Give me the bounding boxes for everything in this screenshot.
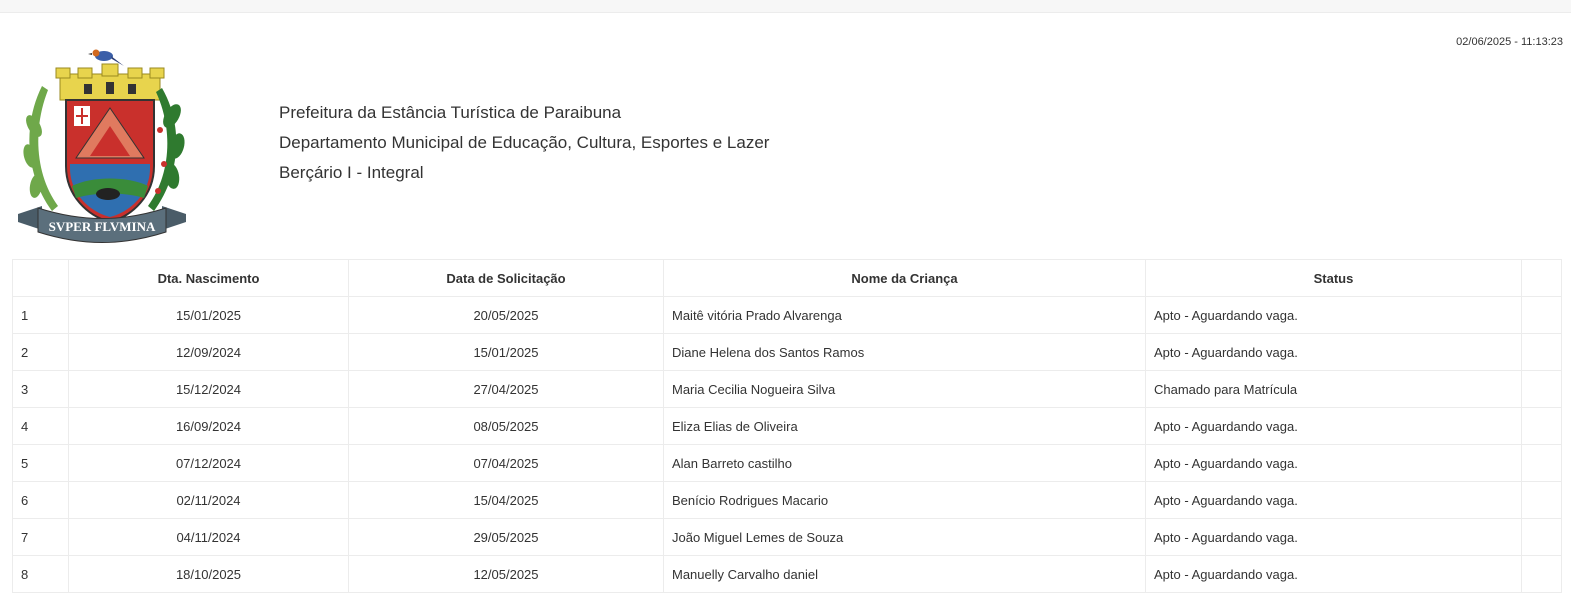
birthdate-cell: 04/11/2024 bbox=[68, 518, 349, 556]
status-cell: Chamado para Matrícula bbox=[1145, 370, 1522, 408]
row-index: 2 bbox=[12, 333, 69, 371]
birthdate-cell: 16/09/2024 bbox=[68, 407, 349, 445]
status-cell: Apto - Aguardando vaga. bbox=[1145, 407, 1522, 445]
table-row: 5 07/12/2024 07/04/2025 Alan Barreto castil… bbox=[12, 444, 1562, 482]
col-header-request-date: Data de Solicitação bbox=[348, 259, 664, 297]
table-row: 2 12/09/2024 15/01/2025 Diane Helena dos Sa… bbox=[12, 333, 1562, 371]
extra-cell bbox=[1521, 518, 1562, 556]
col-header-index bbox=[12, 259, 69, 297]
status-cell: Apto - Aguardando vaga. bbox=[1145, 518, 1522, 556]
laurel-left-icon bbox=[23, 86, 58, 211]
table-body: 1 15/01/2025 20/05/2025 Maitê vitória Prado… bbox=[12, 296, 1562, 593]
table-header-row: Dta. Nascimento Data de Solicitação Nome… bbox=[12, 259, 1562, 297]
extra-cell bbox=[1521, 407, 1562, 445]
extra-cell bbox=[1521, 296, 1562, 334]
coat-of-arms-icon: SVPER FLVMINA bbox=[18, 49, 186, 243]
request-date-cell: 27/04/2025 bbox=[348, 370, 664, 408]
child-name-cell: Alan Barreto castilho bbox=[663, 444, 1146, 482]
col-header-child-name: Nome da Criança bbox=[663, 259, 1146, 297]
motto-text: SVPER FLVMINA bbox=[49, 219, 156, 234]
col-header-extra bbox=[1521, 259, 1562, 297]
extra-cell bbox=[1521, 444, 1562, 482]
municipality-name: Prefeitura da Estância Turística de Para… bbox=[279, 103, 622, 122]
row-index: 8 bbox=[12, 555, 69, 593]
birthdate-cell: 15/01/2025 bbox=[68, 296, 349, 334]
extra-cell bbox=[1521, 370, 1562, 408]
report-header: Prefeitura da Estância Turística de Para… bbox=[279, 98, 769, 188]
extra-cell bbox=[1521, 481, 1562, 519]
status-cell: Apto - Aguardando vaga. bbox=[1145, 444, 1522, 482]
top-bar bbox=[0, 0, 1571, 13]
table-row: 6 02/11/2024 15/04/2025 Benício Rodrigues M… bbox=[12, 481, 1562, 519]
row-index: 4 bbox=[12, 407, 69, 445]
request-date-cell: 29/05/2025 bbox=[348, 518, 664, 556]
print-timestamp: 02/06/2025 - 11:13:23 bbox=[1456, 36, 1563, 48]
request-date-cell: 20/05/2025 bbox=[348, 296, 664, 334]
birthdate-cell: 12/09/2024 bbox=[68, 333, 349, 371]
child-name-cell: Maria Cecilia Nogueira Silva bbox=[663, 370, 1146, 408]
table-row: 4 16/09/2024 08/05/2025 Eliza Elias de Oliv… bbox=[12, 407, 1562, 445]
waiting-list-table: Dta. Nascimento Data de Solicitação Nome… bbox=[12, 259, 1562, 593]
request-date-cell: 07/04/2025 bbox=[348, 444, 664, 482]
row-index: 6 bbox=[12, 481, 69, 519]
table-row: 8 18/10/2025 12/05/2025 Manuelly Carvalho d… bbox=[12, 555, 1562, 593]
child-name-cell: Manuelly Carvalho daniel bbox=[663, 555, 1146, 593]
table-row: 7 04/11/2024 29/05/2025 João Miguel Lemes d… bbox=[12, 518, 1562, 556]
child-name-cell: João Miguel Lemes de Souza bbox=[663, 518, 1146, 556]
request-date-cell: 15/04/2025 bbox=[348, 481, 664, 519]
row-index: 1 bbox=[12, 296, 69, 334]
child-name-cell: Eliza Elias de Oliveira bbox=[663, 407, 1146, 445]
department-name: Departamento Municipal de Educação, Cult… bbox=[279, 133, 770, 152]
class-name: Berçário I - Integral bbox=[279, 163, 424, 182]
col-header-status: Status bbox=[1145, 259, 1522, 297]
child-name-cell: Maitê vitória Prado Alvarenga bbox=[663, 296, 1146, 334]
row-index: 3 bbox=[12, 370, 69, 408]
crown-icon bbox=[55, 63, 165, 101]
table-row: 3 15/12/2024 27/04/2025 Maria Cecilia Nogue… bbox=[12, 370, 1562, 408]
request-date-cell: 12/05/2025 bbox=[348, 555, 664, 593]
status-cell: Apto - Aguardando vaga. bbox=[1145, 555, 1522, 593]
extra-cell bbox=[1521, 333, 1562, 371]
birthdate-cell: 18/10/2025 bbox=[68, 555, 349, 593]
birthdate-cell: 15/12/2024 bbox=[68, 370, 349, 408]
request-date-cell: 15/01/2025 bbox=[348, 333, 664, 371]
birthdate-cell: 02/11/2024 bbox=[68, 481, 349, 519]
status-cell: Apto - Aguardando vaga. bbox=[1145, 296, 1522, 334]
extra-cell bbox=[1521, 555, 1562, 593]
row-index: 7 bbox=[12, 518, 69, 556]
col-header-birthdate: Dta. Nascimento bbox=[68, 259, 349, 297]
status-cell: Apto - Aguardando vaga. bbox=[1145, 481, 1522, 519]
row-index: 5 bbox=[12, 444, 69, 482]
request-date-cell: 08/05/2025 bbox=[348, 407, 664, 445]
child-name-cell: Benício Rodrigues Macario bbox=[663, 481, 1146, 519]
birthdate-cell: 07/12/2024 bbox=[68, 444, 349, 482]
table-row: 1 15/01/2025 20/05/2025 Maitê vitória Prado… bbox=[12, 296, 1562, 334]
status-cell: Apto - Aguardando vaga. bbox=[1145, 333, 1522, 371]
shield-icon bbox=[65, 99, 155, 224]
child-name-cell: Diane Helena dos Santos Ramos bbox=[663, 333, 1146, 371]
